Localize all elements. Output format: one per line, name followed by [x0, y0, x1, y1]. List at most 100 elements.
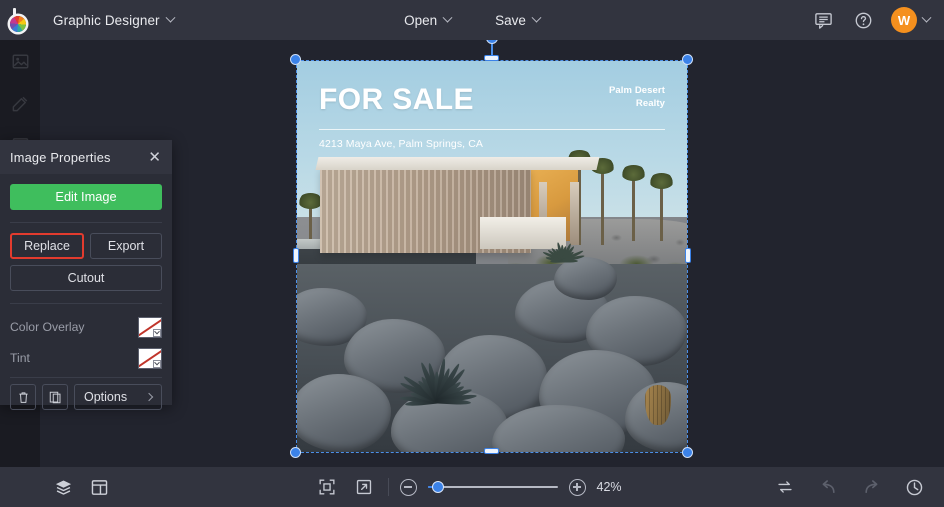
- chevron-down-icon: [153, 360, 161, 368]
- chevron-down-icon: [153, 329, 161, 337]
- chevron-down-icon: [443, 12, 453, 22]
- divider: [388, 478, 389, 496]
- topbar-right-actions: W: [811, 7, 944, 33]
- photo-icon: [11, 52, 30, 71]
- rotate-handle[interactable]: [486, 40, 498, 44]
- chat-bubble-icon: [814, 11, 833, 30]
- agave-plant: [383, 323, 493, 401]
- zoom-slider[interactable]: [428, 480, 558, 494]
- app-root: Graphic Designer Open Save W FOR SALE Pa…: [0, 0, 944, 507]
- mode-label: Graphic Designer: [53, 13, 160, 28]
- canvas-workspace[interactable]: FOR SALE Palm Desert Realty 4213 Maya Av…: [40, 40, 944, 467]
- resize-handle-top-center[interactable]: [484, 55, 499, 61]
- history-button[interactable]: [901, 474, 927, 500]
- close-icon[interactable]: ✕: [148, 150, 161, 165]
- delete-button[interactable]: [10, 384, 36, 410]
- poster-divider: [319, 129, 665, 130]
- mode-selector[interactable]: Graphic Designer: [44, 7, 183, 33]
- yucca-plant: [539, 217, 587, 261]
- zoom-slider-track: [428, 486, 558, 488]
- color-overlay-row: Color Overlay: [10, 314, 162, 340]
- bottom-toolbar: 42%: [0, 467, 944, 507]
- divider: [10, 377, 162, 378]
- fit-to-screen-icon: [318, 478, 336, 496]
- divider: [10, 222, 162, 223]
- chevron-right-icon: [145, 393, 153, 401]
- resize-handle-top-left[interactable]: [290, 54, 301, 65]
- chevron-down-icon: [531, 12, 541, 22]
- bottom-left-actions: [0, 474, 112, 500]
- tint-row: Tint: [10, 345, 162, 371]
- edit-image-button[interactable]: Edit Image: [10, 184, 162, 210]
- clock-history-icon: [905, 478, 924, 497]
- divider: [10, 303, 162, 304]
- fullscreen-button[interactable]: [351, 474, 377, 500]
- sidebar-item-graphics[interactable]: [0, 82, 40, 124]
- help-button[interactable]: [851, 8, 875, 32]
- poster-brand-line2: Realty: [609, 98, 665, 111]
- redo-arrow-icon: [862, 478, 881, 497]
- color-overlay-swatch[interactable]: [138, 317, 162, 338]
- question-mark-circle-icon: [854, 11, 873, 30]
- duplicate-button[interactable]: [42, 384, 68, 410]
- export-button[interactable]: Export: [90, 233, 162, 259]
- panel-footer: Options: [0, 382, 172, 412]
- bottom-right-actions: [772, 474, 944, 500]
- zoom-slider-thumb[interactable]: [432, 481, 444, 493]
- befunky-logo-icon: [9, 8, 32, 32]
- color-overlay-label: Color Overlay: [10, 320, 85, 334]
- replace-export-row: Replace Export: [10, 233, 162, 259]
- user-account-menu[interactable]: W: [891, 7, 930, 33]
- open-label: Open: [404, 13, 437, 28]
- resize-handle-top-right[interactable]: [682, 54, 693, 65]
- undo-button[interactable]: [815, 474, 841, 500]
- feedback-button[interactable]: [811, 8, 835, 32]
- layers-icon: [54, 478, 73, 497]
- zoom-in-button[interactable]: [569, 479, 586, 496]
- chevron-down-icon: [922, 12, 932, 22]
- template-button[interactable]: [86, 474, 112, 500]
- poster-headline: FOR SALE: [319, 85, 474, 115]
- poster-brand: Palm Desert Realty: [609, 85, 665, 111]
- resize-handle-left-center[interactable]: [293, 248, 299, 263]
- poster-brand-line1: Palm Desert: [609, 85, 665, 98]
- resize-handle-bottom-right[interactable]: [682, 447, 693, 458]
- top-toolbar: Graphic Designer Open Save W: [0, 0, 944, 40]
- cutout-button[interactable]: Cutout: [10, 265, 162, 291]
- resize-handle-bottom-left[interactable]: [290, 447, 301, 458]
- swap-button[interactable]: [772, 474, 798, 500]
- page-title: Image Properties: [10, 150, 111, 165]
- duplicate-icon: [48, 390, 63, 405]
- options-label: Options: [84, 390, 127, 404]
- panel-body: Edit Image Replace Export Cutout Color O…: [0, 174, 172, 378]
- poster-text-block: FOR SALE Palm Desert Realty 4213 Maya Av…: [297, 61, 687, 150]
- redo-button[interactable]: [858, 474, 884, 500]
- save-label: Save: [495, 13, 526, 28]
- template-grid-icon: [90, 478, 109, 497]
- tint-label: Tint: [10, 351, 30, 365]
- resize-handle-right-center[interactable]: [685, 248, 691, 263]
- trash-icon: [16, 390, 31, 405]
- save-menu-button[interactable]: Save: [484, 7, 551, 33]
- options-button[interactable]: Options: [74, 384, 162, 410]
- expand-arrow-icon: [355, 478, 373, 496]
- poster-address: 4213 Maya Ave, Palm Springs, CA: [319, 138, 665, 150]
- fit-to-screen-button[interactable]: [314, 474, 340, 500]
- replace-button[interactable]: Replace: [10, 233, 84, 259]
- app-logo[interactable]: [0, 0, 40, 40]
- sidebar-item-image-manager[interactable]: [0, 40, 40, 82]
- chevron-down-icon: [165, 12, 175, 22]
- image-properties-panel: Image Properties ✕ Edit Image Replace Ex…: [0, 140, 172, 405]
- zoom-out-button[interactable]: [400, 479, 417, 496]
- artboard[interactable]: FOR SALE Palm Desert Realty 4213 Maya Av…: [297, 61, 687, 452]
- panel-header: Image Properties ✕: [0, 140, 172, 174]
- layers-button[interactable]: [50, 474, 76, 500]
- edit-tool-icon: [11, 94, 30, 113]
- undo-arrow-icon: [819, 478, 838, 497]
- resize-handle-bottom-center[interactable]: [484, 448, 499, 454]
- tint-swatch[interactable]: [138, 348, 162, 369]
- avatar: W: [891, 7, 917, 33]
- open-menu-button[interactable]: Open: [393, 7, 462, 33]
- swap-arrows-icon: [776, 478, 794, 496]
- zoom-level-value: 42%: [597, 480, 631, 494]
